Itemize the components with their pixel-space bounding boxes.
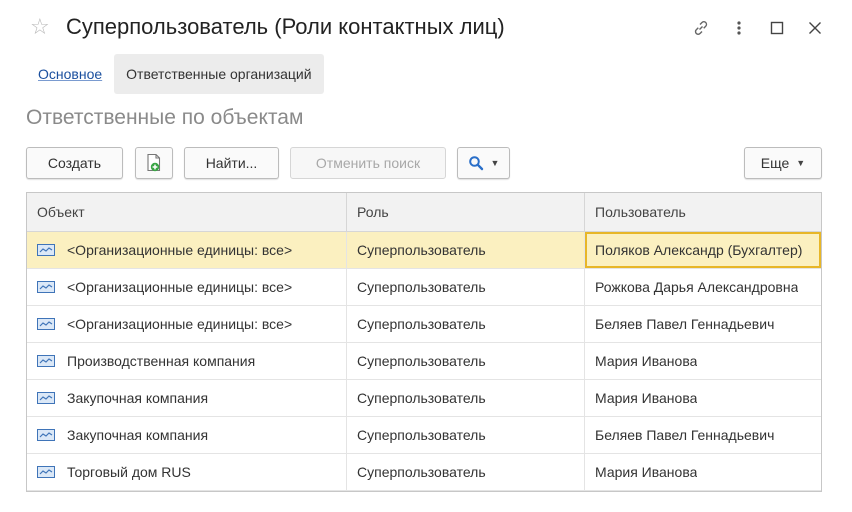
object-cell[interactable]: <Организационные единицы: все> [27,306,347,342]
user-name: Беляев Павел Геннадьевич [595,427,775,443]
catalog-item-icon [37,281,55,293]
role-name: Суперпользователь [357,464,486,480]
window-title: Суперпользователь (Роли контактных лиц) [66,14,505,39]
role-cell[interactable]: Суперпользователь [347,417,585,453]
copy-button[interactable] [135,147,173,179]
user-cell[interactable]: Мария Иванова [585,380,821,416]
maximize-icon[interactable] [758,14,796,42]
more-button-label: Еще [760,155,790,171]
user-cell[interactable]: Мария Иванова [585,454,821,490]
object-name: Закупочная компания [67,390,209,406]
object-name: Закупочная компания [67,427,209,443]
table-row[interactable]: <Организационные единицы: все> Суперполь… [27,232,821,269]
object-name: Производственная компания [67,353,256,369]
window-controls [682,14,834,42]
tab-main[interactable]: Основное [26,54,114,94]
catalog-item-icon [37,244,55,256]
object-name: Торговый дом RUS [67,464,191,480]
role-name: Суперпользователь [357,242,486,258]
user-name: Поляков Александр (Бухгалтер) [595,242,803,258]
find-button[interactable]: Найти... [184,147,279,179]
cancel-search-button[interactable]: Отменить поиск [290,147,446,179]
object-cell[interactable]: Закупочная компания [27,417,347,453]
role-name: Суперпользователь [357,353,486,369]
user-name: Беляев Павел Геннадьевич [595,316,775,332]
role-cell[interactable]: Суперпользователь [347,232,585,268]
user-name: Рожкова Дарья Александровна [595,279,799,295]
role-cell[interactable]: Суперпользователь [347,269,585,305]
role-name: Суперпользователь [357,316,486,332]
toolbar: Создать Найти... Отменить поиск ▼ Еще ▼ [26,147,822,181]
role-cell[interactable]: Суперпользователь [347,343,585,379]
catalog-item-icon [37,392,55,404]
section-title: Ответственные по объектам [26,106,304,129]
user-name: Мария Иванова [595,390,698,406]
user-cell[interactable]: Поляков Александр (Бухгалтер) [585,232,821,268]
object-cell[interactable]: Торговый дом RUS [27,454,347,490]
catalog-item-icon [37,318,55,330]
object-name: <Организационные единицы: все> [67,316,293,332]
chevron-down-icon: ▼ [796,158,806,168]
link-icon[interactable] [682,14,720,42]
close-icon[interactable] [796,14,834,42]
tab-responsible-organizations[interactable]: Ответственные организаций [114,54,324,94]
role-name: Суперпользователь [357,279,486,295]
add-document-icon [147,153,161,172]
user-cell[interactable]: Мария Иванова [585,343,821,379]
role-name: Суперпользователь [357,427,486,443]
object-cell[interactable]: Закупочная компания [27,380,347,416]
form-tabs: Основное Ответственные организаций [26,54,324,94]
search-dropdown-button[interactable]: ▼ [457,147,510,179]
more-button[interactable]: Еще ▼ [744,147,822,179]
role-cell[interactable]: Суперпользователь [347,380,585,416]
user-cell[interactable]: Беляев Павел Геннадьевич [585,306,821,342]
table-row[interactable]: Производственная компания Суперпользоват… [27,343,821,380]
user-name: Мария Иванова [595,353,698,369]
table-row[interactable]: Торговый дом RUS Суперпользователь Мария… [27,454,821,491]
search-icon [468,156,483,171]
role-cell[interactable]: Суперпользователь [347,454,585,490]
object-cell[interactable]: <Организационные единицы: все> [27,269,347,305]
catalog-item-icon [37,466,55,478]
user-cell[interactable]: Рожкова Дарья Александровна [585,269,821,305]
object-cell[interactable]: Производственная компания [27,343,347,379]
column-header-object[interactable]: Объект [27,193,347,231]
table-row[interactable]: <Организационные единицы: все> Суперполь… [27,269,821,306]
object-cell[interactable]: <Организационные единицы: все> [27,232,347,268]
role-name: Суперпользователь [357,390,486,406]
object-name: <Организационные единицы: все> [67,242,293,258]
title-bar: ☆ Суперпользователь (Роли контактных лиц… [0,0,852,56]
responsible-table[interactable]: Объект Роль Пользователь <Организационны… [26,192,822,492]
table-row[interactable]: <Организационные единицы: все> Суперполь… [27,306,821,343]
table-header: Объект Роль Пользователь [27,193,821,232]
table-row[interactable]: Закупочная компания Суперпользователь Бе… [27,417,821,454]
user-name: Мария Иванова [595,464,698,480]
more-actions-icon[interactable] [720,14,758,42]
chevron-down-icon: ▼ [490,158,500,168]
favorite-star-icon[interactable]: ☆ [30,12,50,42]
object-name: <Организационные единицы: все> [67,279,293,295]
column-header-role[interactable]: Роль [347,193,585,231]
create-button[interactable]: Создать [26,147,123,179]
column-header-user[interactable]: Пользователь [585,193,821,231]
catalog-item-icon [37,429,55,441]
catalog-item-icon [37,355,55,367]
role-cell[interactable]: Суперпользователь [347,306,585,342]
user-cell[interactable]: Беляев Павел Геннадьевич [585,417,821,453]
table-row[interactable]: Закупочная компания Суперпользователь Ма… [27,380,821,417]
